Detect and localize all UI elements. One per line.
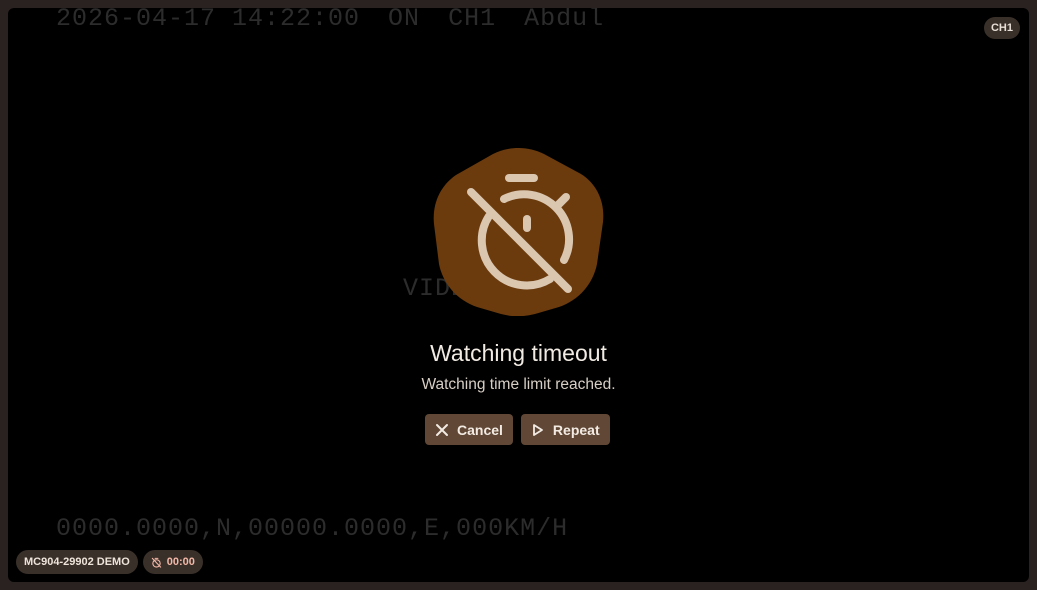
- timer-off-small-icon: [151, 557, 161, 568]
- cancel-label: Cancel: [457, 421, 503, 438]
- status-pills: MC904-29902 DEMO 00:00: [16, 550, 203, 574]
- repeat-button[interactable]: Repeat: [520, 414, 610, 445]
- dialog-message: Watching time limit reached.: [421, 376, 616, 393]
- play-icon: [533, 423, 543, 436]
- video-viewport: 2026-04-17 14:22:00 ON CH1 Abdul VIDEO 0000…: [8, 8, 1029, 582]
- timer-off-icon: [433, 148, 604, 316]
- timer-value: 00:00: [166, 556, 195, 568]
- timer-badge: 00:00: [142, 550, 203, 574]
- app-frame: 2026-04-17 14:22:00 ON CH1 Abdul VIDEO 0000…: [0, 0, 1037, 590]
- timeout-overlay: Watching timeout Watching time limit rea…: [8, 8, 1029, 582]
- device-label: MC904-29902 DEMO: [24, 556, 130, 568]
- repeat-label: Repeat: [552, 421, 600, 438]
- cancel-button[interactable]: Cancel: [425, 414, 513, 445]
- dialog-actions: Cancel Repeat: [425, 414, 610, 445]
- close-icon: [436, 423, 448, 436]
- device-badge: MC904-29902 DEMO: [16, 550, 138, 574]
- dialog-title: Watching timeout: [430, 340, 607, 366]
